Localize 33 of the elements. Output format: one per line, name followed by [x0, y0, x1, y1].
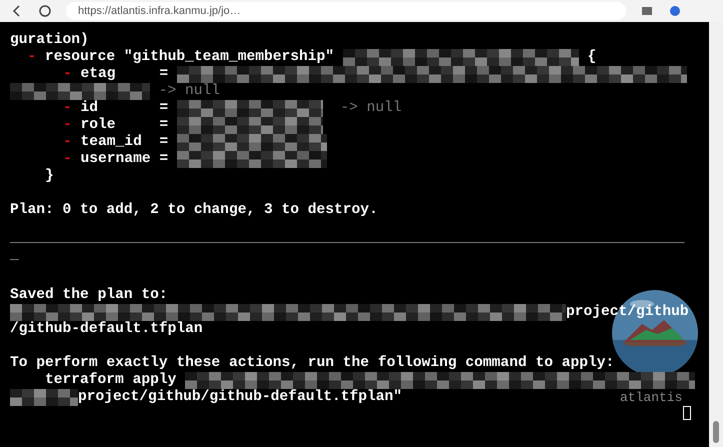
- profile-icon[interactable]: [668, 4, 682, 18]
- terminal-text: Plan: 0 to add, 2 to change, 3 to destroy.: [10, 202, 378, 219]
- terminal-text: -> null: [158, 83, 220, 100]
- cursor-icon: [683, 406, 691, 420]
- redacted-text: [10, 389, 78, 406]
- terminal-text: resource "github_team_membership": [44, 49, 336, 66]
- terminal-text: {: [586, 49, 596, 66]
- terminal-text: id =: [80, 100, 170, 117]
- reload-icon[interactable]: [38, 4, 52, 18]
- terminal-text: }: [45, 168, 54, 185]
- removal-marker: -: [63, 117, 72, 134]
- terminal-text: -> null: [339, 100, 402, 117]
- scrollbar-thumb[interactable]: [713, 421, 719, 443]
- address-bar[interactable]: https://atlantis.infra.kanmu.jp/jo…: [66, 2, 626, 20]
- logo-caption: atlantis: [620, 389, 682, 406]
- removal-marker: -: [28, 49, 36, 66]
- terminal-text: etag =: [80, 66, 170, 83]
- terminal-text: terraform apply: [45, 372, 178, 389]
- scrollbar[interactable]: [709, 22, 723, 447]
- terminal-text: To perform exactly these actions, run the following command to apply:: [10, 355, 614, 372]
- terminal-text: ─: [10, 253, 19, 270]
- removal-marker: -: [63, 151, 72, 168]
- removal-marker: -: [63, 134, 72, 151]
- terminal-text: role =: [80, 117, 170, 134]
- terminal-text: Saved the plan to:: [10, 287, 168, 304]
- terminal-text: ─────────────────────────────────────────────────────────────────────────────: [10, 236, 684, 253]
- terminal-text: username =: [80, 151, 170, 168]
- removal-marker: -: [63, 100, 72, 117]
- terminal-text: project/github/github-default.tfplan": [78, 389, 402, 406]
- removal-marker: -: [63, 66, 72, 83]
- terminal-text: /github-default.tfplan: [10, 321, 203, 338]
- terminal-text: team_id =: [80, 134, 170, 151]
- terminal-text: guration): [10, 32, 89, 49]
